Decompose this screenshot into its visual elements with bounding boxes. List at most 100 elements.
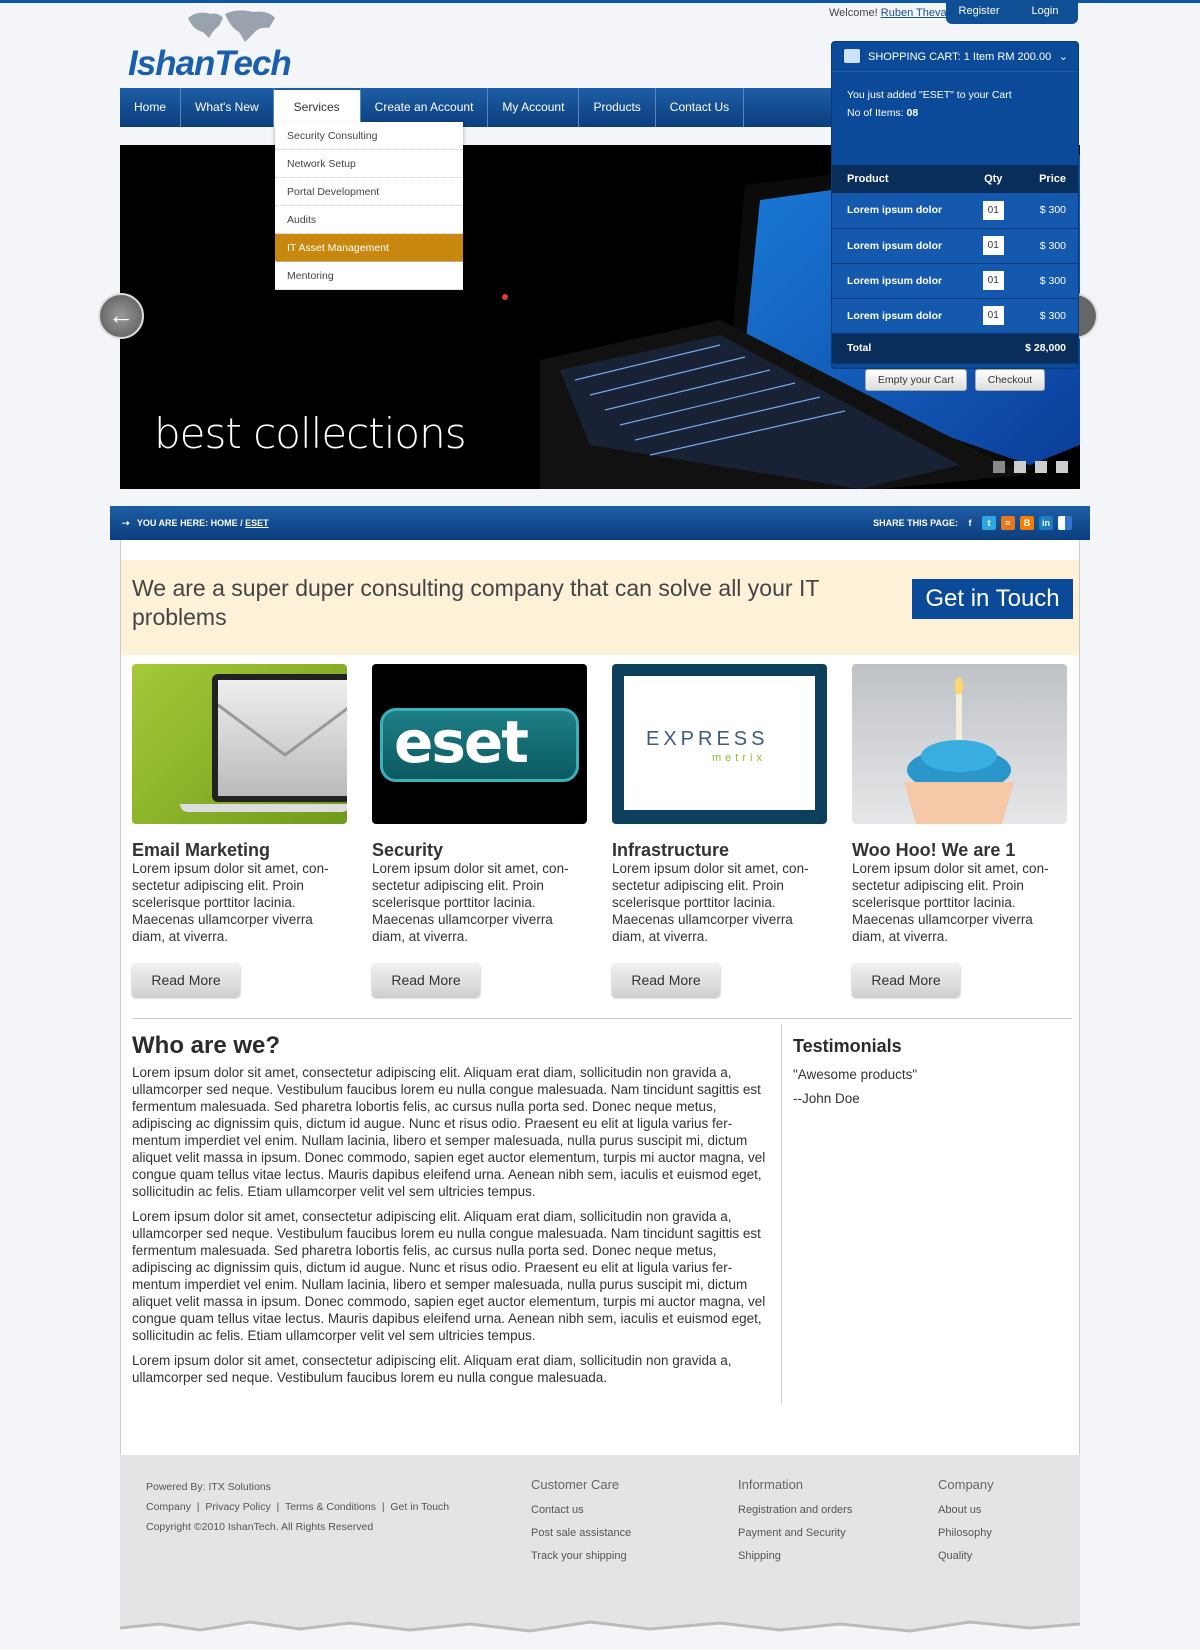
slider-dots: [993, 461, 1068, 473]
cart-total-label: Total: [832, 333, 1008, 364]
menu-item-portal-development[interactable]: Portal Development: [275, 178, 463, 206]
qty-input[interactable]: 01: [982, 200, 1004, 220]
footer-link[interactable]: Contact us: [531, 1499, 631, 1522]
cupcake-image[interactable]: [852, 664, 1067, 824]
qty-input[interactable]: 01: [982, 271, 1004, 290]
empty-cart-button[interactable]: Empty your Cart: [864, 368, 967, 391]
table-row: Lorem ipsum dolor 01 $ 300: [832, 263, 1078, 299]
menu-item-security-consulting[interactable]: Security Consulting: [275, 122, 463, 150]
cupcake-icon: [904, 677, 1014, 824]
twitter-icon[interactable]: t: [982, 516, 996, 530]
footer-link[interactable]: Post sale assistance: [531, 1522, 631, 1545]
delicious-icon[interactable]: [1058, 516, 1072, 530]
checkout-button[interactable]: Checkout: [974, 368, 1046, 391]
get-in-touch-button[interactable]: Get in Touch: [912, 579, 1073, 619]
nav-home[interactable]: Home: [120, 88, 182, 127]
cart-product: Lorem ipsum dolor: [832, 228, 980, 264]
footer-link[interactable]: Privacy Policy: [205, 1501, 270, 1513]
paragraph: Lorem ipsum dolor sit amet, consectetur …: [132, 1209, 766, 1343]
feature-body: Lorem ipsum dolor sit amet, con-sectetur…: [372, 861, 569, 944]
feature-title: Email Marketing: [132, 840, 271, 860]
metrix-logo-text: metrix: [712, 752, 766, 764]
brand-logo[interactable]: IshanTech: [128, 8, 328, 83]
cart-price: $ 300: [1007, 228, 1078, 264]
paragraph: Lorem ipsum dolor sit amet, consectetur …: [132, 1065, 766, 1199]
table-row: Lorem ipsum dolor 01 $ 300: [832, 298, 1078, 334]
prev-slide-arrow-icon[interactable]: ←: [98, 293, 144, 339]
footer-link[interactable]: Company: [146, 1501, 191, 1513]
feature-title: Woo Hoo! We are 1: [852, 840, 1016, 860]
rss-icon[interactable]: ≈: [1001, 516, 1015, 530]
express-metrix-image[interactable]: EXPRESS metrix: [612, 664, 827, 824]
menu-item-audits[interactable]: Audits: [275, 206, 463, 234]
col-qty: Qty: [979, 165, 1008, 193]
footer-column: Company About us Philosophy Quality: [938, 1477, 994, 1568]
breadcrumb-home[interactable]: HOME: [211, 518, 238, 528]
cart-product: Lorem ipsum dolor: [832, 193, 980, 229]
read-more-button[interactable]: Read More: [372, 963, 480, 997]
footer-link[interactable]: Shipping: [738, 1545, 852, 1568]
nav-contact-us[interactable]: Contact Us: [656, 88, 745, 127]
footer-link[interactable]: Quality: [938, 1545, 994, 1568]
breadcrumb-current[interactable]: ESET: [245, 518, 269, 528]
auth-tabs: Register Login: [946, 0, 1078, 24]
feature-card: EXPRESS metrix Infrastructure Lorem ipsu…: [612, 664, 827, 997]
nav-my-account[interactable]: My Account: [488, 88, 580, 127]
menu-item-mentoring[interactable]: Mentoring: [275, 262, 463, 290]
cart-price: $ 300: [1007, 263, 1078, 299]
footer-link[interactable]: Track your shipping: [531, 1545, 631, 1568]
footer: Powered By: ITX Solutions Company | Priv…: [120, 1455, 1080, 1650]
read-more-button[interactable]: Read More: [852, 963, 960, 997]
hero-caption: best collections: [154, 409, 467, 458]
slider-dot[interactable]: [1035, 461, 1047, 473]
express-logo-text: EXPRESS: [646, 728, 769, 750]
blogger-icon[interactable]: B: [1020, 516, 1034, 530]
login-link[interactable]: Login: [1012, 0, 1078, 24]
feature-card: eset Security Lorem ipsum dolor sit amet…: [372, 664, 587, 997]
user-name-link[interactable]: Ruben Theva: [881, 7, 947, 19]
share-label: SHARE THIS PAGE:: [873, 518, 958, 528]
cart-header[interactable]: SHOPPING CART: 1 Item RM 200.00 ⌄: [832, 42, 1078, 72]
facebook-icon[interactable]: f: [963, 516, 977, 530]
slider-dot[interactable]: [1056, 461, 1068, 473]
cart-product: Lorem ipsum dolor: [832, 298, 980, 334]
footer-link[interactable]: About us: [938, 1499, 994, 1522]
envelope-icon: [218, 703, 347, 757]
arrow-right-icon: ⇢: [122, 518, 130, 528]
cart-price: $ 300: [1007, 193, 1078, 229]
footer-link[interactable]: Terms & Conditions: [285, 1501, 376, 1513]
qty-input[interactable]: 01: [982, 306, 1004, 325]
world-map-icon: [188, 10, 275, 42]
read-more-button[interactable]: Read More: [132, 963, 240, 997]
table-row: Lorem ipsum dolor 01 $ 300: [832, 193, 1078, 229]
section-title: Testimonials: [793, 1036, 902, 1056]
qty-input[interactable]: 01: [982, 236, 1004, 255]
nav-whats-new[interactable]: What's New: [181, 88, 274, 127]
eset-logo-image[interactable]: eset: [372, 664, 587, 824]
slider-dot[interactable]: [1014, 461, 1026, 473]
email-marketing-image[interactable]: [132, 664, 347, 824]
footer-link[interactable]: Philosophy: [938, 1522, 994, 1545]
breadcrumb: ⇢ YOU ARE HERE: HOME / ESET: [122, 518, 269, 528]
feature-card: Woo Hoo! We are 1 Lorem ipsum dolor sit …: [852, 664, 1067, 997]
menu-item-it-asset-management[interactable]: IT Asset Management: [275, 234, 463, 262]
menu-item-network-setup[interactable]: Network Setup: [275, 150, 463, 178]
chevron-down-icon[interactable]: ⌄: [1059, 42, 1068, 72]
eset-logo-text: eset: [394, 708, 529, 776]
breadcrumb-bar: ⇢ YOU ARE HERE: HOME / ESET SHARE THIS P…: [110, 506, 1090, 540]
footer-link[interactable]: Get in Touch: [390, 1501, 449, 1513]
slider-dot[interactable]: [993, 461, 1005, 473]
footer-col-title: Information: [738, 1477, 804, 1492]
read-more-button[interactable]: Read More: [612, 963, 720, 997]
linkedin-icon[interactable]: in: [1039, 516, 1053, 530]
copyright: Copyright ©2010 IshanTech. All Rights Re…: [146, 1521, 374, 1533]
brand-name: IshanTech: [128, 44, 292, 83]
col-price: Price: [1007, 165, 1078, 193]
who-are-we-section: Who are we? Lorem ipsum dolor sit amet, …: [132, 1032, 768, 1394]
nav-products[interactable]: Products: [579, 88, 656, 127]
footer-link[interactable]: Payment and Security: [738, 1522, 852, 1545]
cart-icon: [844, 49, 860, 63]
register-link[interactable]: Register: [946, 0, 1012, 24]
cart-total-row: Total $ 28,000: [832, 333, 1078, 364]
footer-link[interactable]: Registration and orders: [738, 1499, 852, 1522]
